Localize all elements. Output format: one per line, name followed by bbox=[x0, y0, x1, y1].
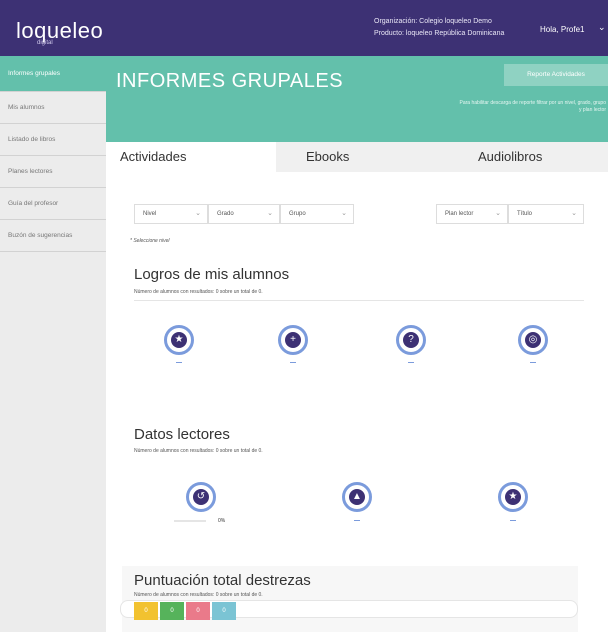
nivel-select[interactable]: Nivel ⌄ bbox=[134, 204, 208, 224]
target-value bbox=[530, 362, 536, 363]
organization-label: Organización: Colegio loqueleo Demo bbox=[374, 18, 492, 25]
tab-audiolibros[interactable]: Audiolibros bbox=[416, 142, 608, 172]
plan-lector-select-label: Plan lector bbox=[445, 211, 474, 217]
organization-info: Organización: Colegio loqueleo Demo Prod… bbox=[374, 16, 504, 40]
page-title: INFORMES GRUPALES bbox=[116, 70, 344, 92]
thumbs-up-icon: ▲ bbox=[342, 482, 372, 512]
sidebar-item-informes-grupales[interactable]: Informes grupales bbox=[0, 56, 106, 92]
sidebar-item-listado-libros[interactable]: Listado de libros bbox=[0, 124, 106, 156]
chevron-down-icon: ⌄ bbox=[341, 210, 347, 217]
reading-progress-bar bbox=[174, 520, 206, 522]
thumbs-up-value bbox=[354, 520, 360, 521]
nivel-select-label: Nivel bbox=[143, 211, 157, 217]
logros-subtitle: Número de alumnos con resultados: 0 sobr… bbox=[134, 289, 263, 295]
plan-lector-select[interactable]: Plan lector ⌄ bbox=[436, 204, 508, 224]
activities-panel: Nivel ⌄ Grado ⌄ Grupo ⌄ Plan lector ⌄ Tí… bbox=[106, 172, 608, 632]
tab-ebooks[interactable]: Ebooks bbox=[276, 142, 416, 172]
top-bar: loqueleo digital Organización: Colegio l… bbox=[0, 0, 608, 56]
award-value bbox=[176, 362, 182, 363]
nivel-hint: * Seleccione nivel bbox=[130, 238, 170, 244]
puntuacion-title: Puntuación total destrezas bbox=[134, 572, 311, 589]
download-note: Para habilitar descarga de reporte filtr… bbox=[459, 100, 606, 113]
tab-actividades[interactable]: Actividades bbox=[106, 142, 276, 172]
datos-title: Datos lectores bbox=[134, 426, 230, 443]
grado-select-label: Grado bbox=[217, 211, 234, 217]
sidebar-item-planes-lectores[interactable]: Planes lectores bbox=[0, 156, 106, 188]
chevron-down-icon: ⌄ bbox=[267, 210, 273, 217]
sidebar-item-guia-profesor[interactable]: Guía del profesor bbox=[0, 188, 106, 220]
history-icon: ↺ bbox=[186, 482, 216, 512]
chevron-down-icon: ⌄ bbox=[495, 210, 501, 217]
grado-select[interactable]: Grado ⌄ bbox=[208, 204, 280, 224]
sidebar: Informes grupales Mis alumnos Listado de… bbox=[0, 56, 106, 632]
add-book-icon: + bbox=[278, 325, 308, 355]
report-activities-button[interactable]: Reporte Actividades bbox=[504, 64, 608, 86]
reader-question-value bbox=[408, 362, 414, 363]
grupo-select[interactable]: Grupo ⌄ bbox=[280, 204, 354, 224]
sidebar-item-buzon-sugerencias[interactable]: Buzón de sugerencias bbox=[0, 220, 106, 252]
score-segment-blue: 0 bbox=[212, 602, 236, 620]
chevron-down-icon: ⌄ bbox=[195, 210, 201, 217]
main-content: INFORMES GRUPALES Reporte Actividades Pa… bbox=[106, 56, 608, 632]
logo-subtitle: digital bbox=[37, 40, 53, 46]
puntuacion-subtitle: Número de alumnos con resultados: 0 sobr… bbox=[134, 592, 263, 598]
reader-question-icon: ? bbox=[396, 325, 426, 355]
star-icon: ★ bbox=[498, 482, 528, 512]
logros-divider bbox=[134, 300, 584, 301]
score-segment-yellow: 0 bbox=[134, 602, 158, 620]
sidebar-item-mis-alumnos[interactable]: Mis alumnos bbox=[0, 92, 106, 124]
tab-bar: Actividades Ebooks Audiolibros bbox=[106, 142, 608, 172]
chevron-down-icon: ⌄ bbox=[571, 210, 577, 217]
award-icon: ★ bbox=[164, 325, 194, 355]
user-menu[interactable]: Hola, Profe1 bbox=[540, 25, 584, 34]
star-value bbox=[510, 520, 516, 521]
chevron-down-icon[interactable]: ⌄ bbox=[598, 22, 606, 33]
target-icon: ◎ bbox=[518, 325, 548, 355]
score-segment-green: 0 bbox=[160, 602, 184, 620]
grupo-select-label: Grupo bbox=[289, 211, 306, 217]
titulo-select[interactable]: Título ⌄ bbox=[508, 204, 584, 224]
product-label: Producto: loqueleo República Dominicana bbox=[374, 30, 505, 37]
logros-title: Logros de mis alumnos bbox=[134, 266, 290, 283]
score-segment-pink: 0 bbox=[186, 602, 210, 620]
page-banner: INFORMES GRUPALES Reporte Actividades Pa… bbox=[106, 56, 608, 144]
datos-subtitle: Número de alumnos con resultados: 0 sobr… bbox=[134, 448, 263, 454]
reading-progress-label: 0% bbox=[218, 518, 226, 524]
titulo-select-label: Título bbox=[517, 211, 533, 217]
logo[interactable]: loqueleo bbox=[16, 18, 103, 44]
add-book-value bbox=[290, 362, 296, 363]
